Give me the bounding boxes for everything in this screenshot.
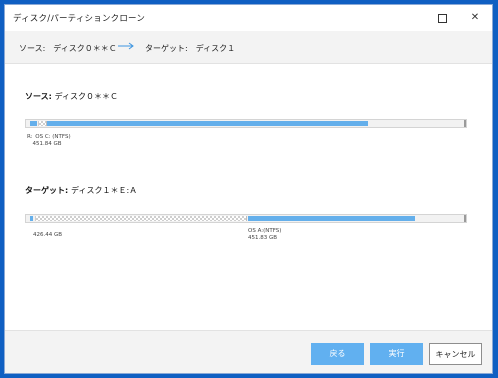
- clone-window: ディスク/パーティションクローン ✕ ソース: ディスク０＊＊Ｃ ターゲット: …: [4, 4, 493, 374]
- target-unallocated-size: 426.44 GB: [33, 232, 63, 238]
- source-partition-os[interactable]: [47, 121, 368, 126]
- close-icon: ✕: [470, 12, 480, 23]
- maximize-button[interactable]: [431, 9, 453, 27]
- window-title: ディスク/パーティションクローン: [13, 14, 146, 24]
- target-partition-size: 451.83 GB: [248, 235, 278, 241]
- target-disk-end-marker: [464, 215, 466, 222]
- maximize-icon: [437, 14, 447, 23]
- source-disk-bar[interactable]: [25, 119, 467, 128]
- source-disk-heading: ソース: ディスク０＊＊Ｃ: [25, 91, 118, 102]
- title-bar: ディスク/パーティションクローン ✕: [5, 5, 492, 31]
- source-disk-name: ディスク０＊＊Ｃ: [54, 92, 119, 101]
- target-label: ターゲット:: [25, 186, 69, 195]
- dialog-footer: 戻る 実行 キャンセル: [5, 330, 492, 373]
- source-disk-end-marker: [464, 120, 466, 127]
- source-partition-name: R: OS C: (NTFS): [27, 134, 71, 140]
- target-disk-heading: ターゲット: ディスク１＊Ｅ:Ａ: [25, 185, 137, 196]
- back-button[interactable]: 戻る: [311, 343, 364, 365]
- target-disk-bar[interactable]: [25, 214, 467, 223]
- source-partition-recovery[interactable]: [30, 121, 37, 126]
- source-partition-small[interactable]: [38, 121, 47, 126]
- target-unallocated[interactable]: [35, 216, 247, 221]
- cancel-button[interactable]: キャンセル: [429, 343, 482, 365]
- target-disk-name: ディスク１＊Ｅ:Ａ: [71, 186, 138, 195]
- source-partition-size: 451.84 GB: [27, 141, 62, 147]
- route-bar: ソース: ディスク０＊＊Ｃ ターゲット: ディスク１: [5, 31, 492, 64]
- disk-map-area: ソース: ディスク０＊＊Ｃ R: OS C: (NTFS) 451.84 GB …: [5, 64, 492, 332]
- route-target: ターゲット: ディスク１: [145, 44, 236, 53]
- close-button[interactable]: ✕: [464, 9, 486, 27]
- target-partition-os[interactable]: [248, 216, 415, 221]
- execute-button[interactable]: 実行: [370, 343, 423, 365]
- source-label: ソース:: [25, 92, 52, 101]
- source-partition-info: R: OS C: (NTFS) 451.84 GB: [27, 134, 71, 148]
- target-partition-head[interactable]: [30, 216, 33, 221]
- right-arrow-icon: [118, 41, 136, 53]
- target-unallocated-info: 426.44 GB: [33, 232, 62, 239]
- target-partition-name: OS A:(NTFS): [248, 228, 282, 234]
- target-partition-info: OS A:(NTFS) 451.83 GB: [248, 228, 281, 242]
- route-source: ソース: ディスク０＊＊Ｃ: [19, 44, 117, 53]
